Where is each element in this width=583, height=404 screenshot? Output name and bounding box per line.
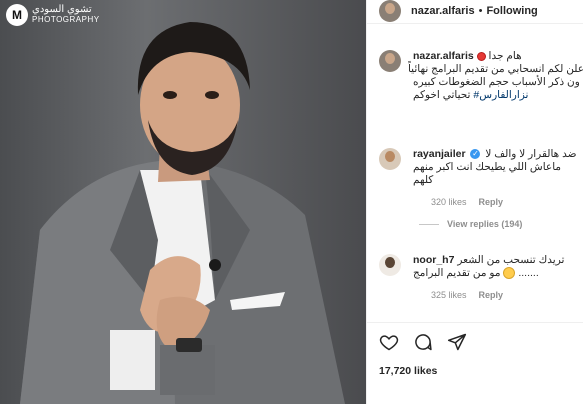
- post-side-panel: nazar.alfaris • Following nazar.alfaris …: [366, 0, 583, 404]
- replies-divider: [419, 223, 439, 225]
- comment-likes[interactable]: 320 likes: [431, 197, 467, 207]
- watermark-english-text: PHOTOGRAPHY: [32, 15, 100, 24]
- commenter-username[interactable]: rayanjailer: [413, 148, 466, 160]
- header-separator: •: [478, 4, 483, 17]
- comment-text-line-3: كلهم: [413, 174, 434, 186]
- comment-text-line-2: مو من تقديم البرامج: [413, 267, 501, 279]
- action-bar: [379, 331, 572, 353]
- comment-likes[interactable]: 325 likes: [431, 290, 467, 300]
- view-replies-button[interactable]: View replies (194): [447, 219, 522, 229]
- comment-icon[interactable]: [413, 332, 433, 352]
- comment-dots: .......: [518, 267, 539, 279]
- heart-icon[interactable]: [379, 332, 399, 352]
- author-avatar[interactable]: [379, 0, 401, 22]
- man-portrait-illustration: [20, 22, 345, 404]
- comment-text-line-2: ماعاش اللي يطيحك انت اكبر منهم: [413, 161, 562, 173]
- commenter-username[interactable]: noor_h7: [413, 254, 454, 266]
- commenter-avatar[interactable]: [379, 254, 401, 276]
- reply-button[interactable]: Reply: [479, 197, 504, 207]
- caption-line-4: تحياتي اخوكم: [413, 89, 471, 101]
- share-icon[interactable]: [447, 332, 467, 352]
- comment-rayanjailer: rayanjailer ✓ ضد هالقرار لا والف لا ماعا…: [367, 148, 583, 229]
- caption-hashtag[interactable]: #نزارالفارس: [473, 89, 528, 101]
- comment-text-line-1: ضد هالقرار لا والف لا: [485, 148, 577, 160]
- caption-avatar[interactable]: [379, 50, 401, 72]
- caption-username[interactable]: nazar.alfaris: [413, 50, 474, 62]
- comment-noor-h7: noor_h7 تريدك تنسحب من الشعر مو من تقديم…: [367, 254, 583, 300]
- post-header: nazar.alfaris • Following: [367, 0, 583, 24]
- reply-button[interactable]: Reply: [479, 290, 504, 300]
- smiley-emoji-icon: [503, 267, 516, 280]
- caption-comment: nazar.alfaris هام جدا علن لكم انسحابي من…: [367, 50, 583, 102]
- caption-line-2: علن لكم انسحابي من تقديم البرامج نهائياً: [407, 63, 583, 75]
- watermark-logo: M: [6, 4, 28, 26]
- likes-count[interactable]: 17,720 likes: [379, 365, 572, 377]
- red-circle-icon: [476, 51, 486, 61]
- watermark-arabic-text: تشوي السودي: [32, 4, 92, 15]
- header-username[interactable]: nazar.alfaris: [411, 5, 475, 17]
- commenter-avatar[interactable]: [379, 148, 401, 170]
- caption-line-1: هام جدا: [488, 50, 522, 62]
- caption-line-3: ون ذكر الأسباب حجم الضغوطات كبيره: [413, 76, 580, 88]
- following-button[interactable]: Following: [486, 5, 537, 17]
- post-photo[interactable]: M تشوي السودي PHOTOGRAPHY: [0, 0, 366, 404]
- post-actions-section: 17,720 likes: [367, 322, 583, 377]
- comment-text-line-1: تريدك تنسحب من الشعر: [457, 254, 565, 266]
- photography-watermark: M تشوي السودي PHOTOGRAPHY: [6, 4, 100, 26]
- verified-badge-icon: ✓: [470, 149, 481, 160]
